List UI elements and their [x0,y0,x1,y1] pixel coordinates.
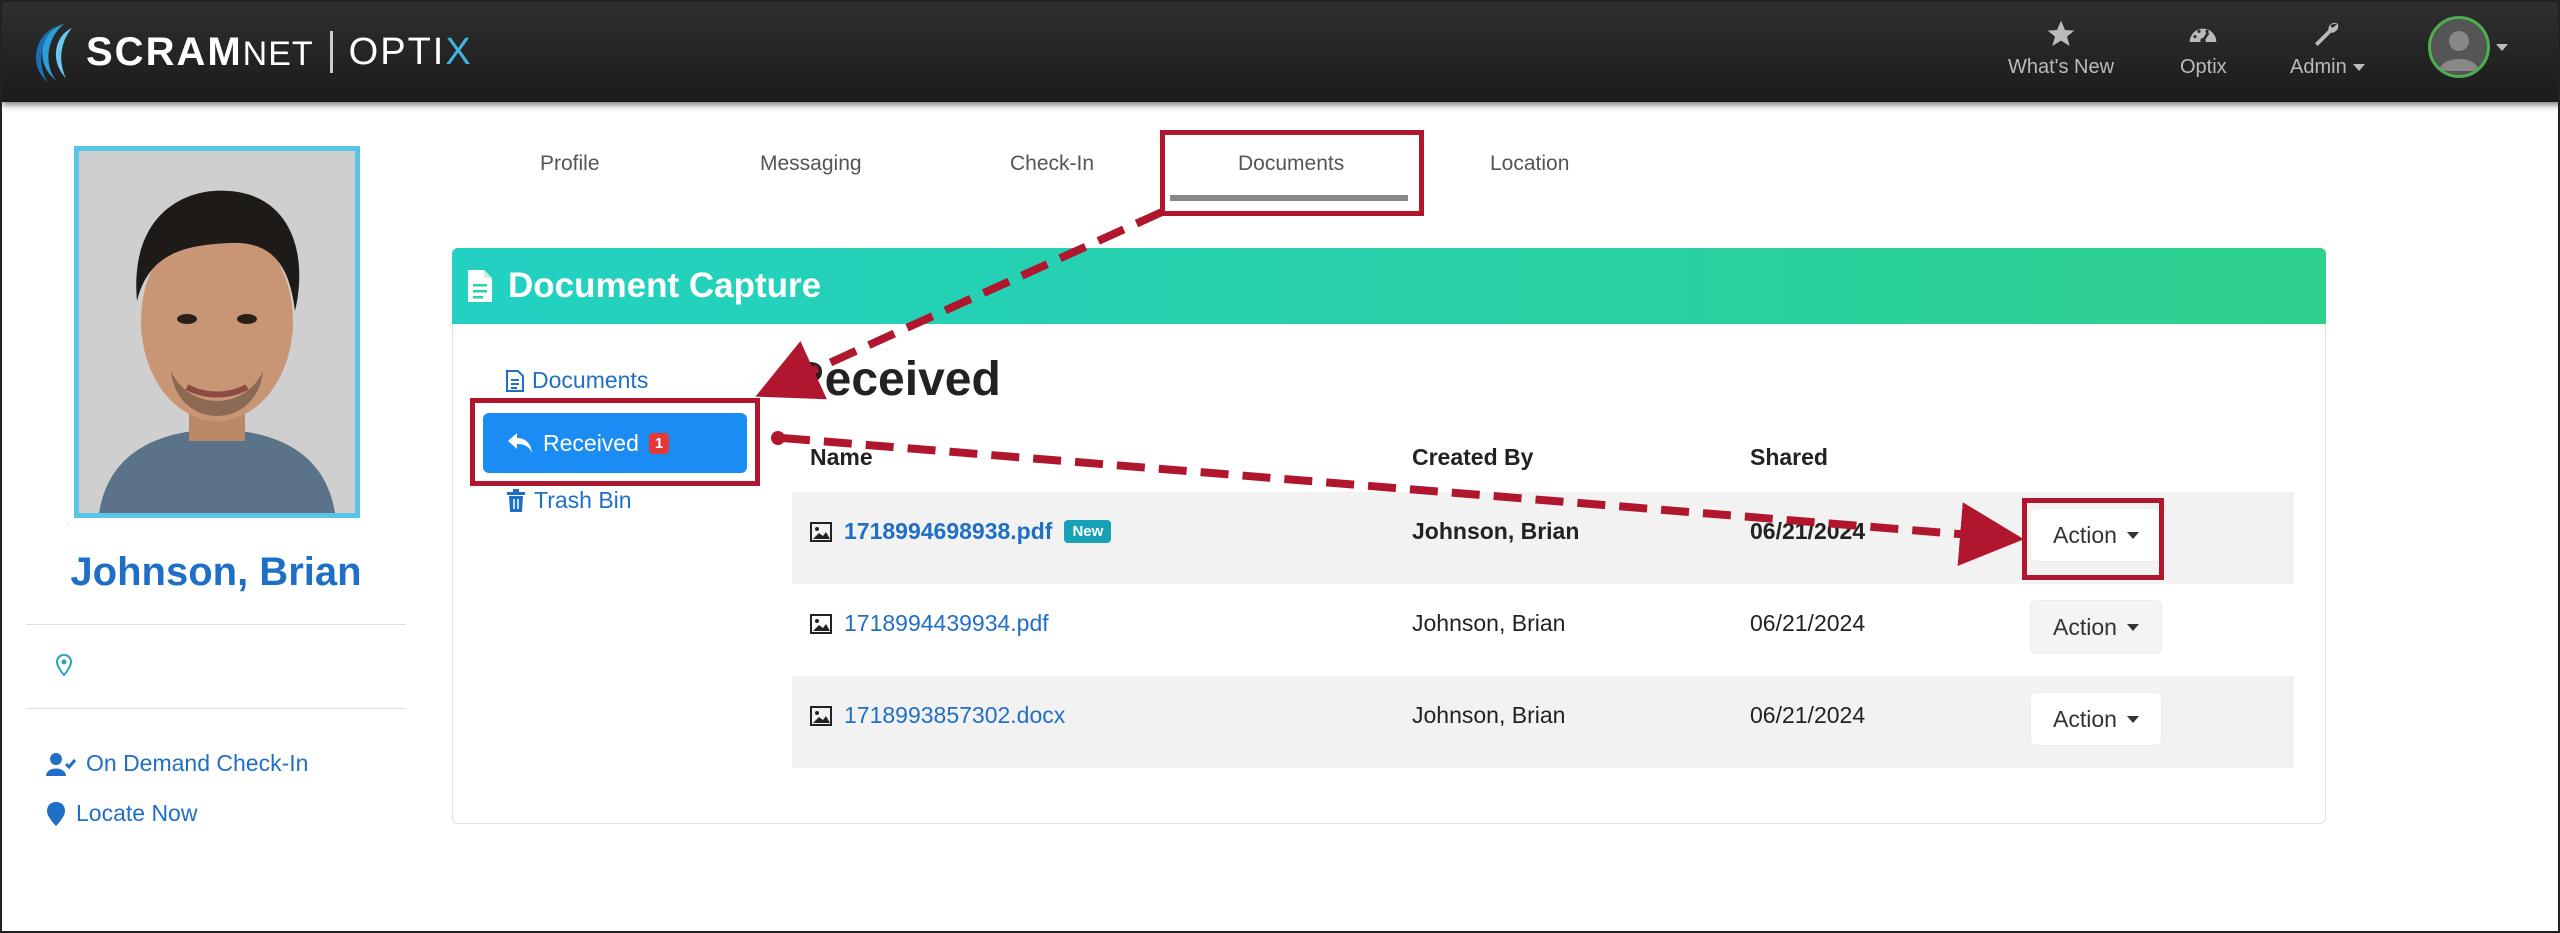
column-header-created-by[interactable]: Created By [1412,444,1533,471]
user-menu[interactable] [2428,16,2508,78]
top-navbar: SCRAMNET OPTIX What's New Optix Admin [2,2,2558,102]
file-cell: 1718994698938.pdf New [810,518,1112,545]
chevron-down-icon [2496,43,2508,51]
image-icon [810,521,832,542]
tab-profile[interactable]: Profile [540,152,600,176]
product-name: OPTIX [348,30,473,73]
brand-logo[interactable]: SCRAMNET OPTIX [26,18,473,86]
column-header-name[interactable]: Name [810,444,873,471]
chevron-down-icon [2352,64,2365,72]
table-row: 1718993857302.docx Johnson, Brian 06/21/… [792,676,2294,768]
shared-date-cell: 06/21/2024 [1750,518,1866,544]
file-link[interactable]: 1718993857302.docx [844,702,1065,729]
annotation-box-received [470,398,760,486]
product-x: X [445,30,473,73]
tab-messaging[interactable]: Messaging [760,152,862,176]
tab-check-in[interactable]: Check-In [1010,152,1094,176]
nav-admin-label: Admin [2290,56,2347,78]
tab-location[interactable]: Location [1490,152,1569,176]
locate-now-link[interactable]: Locate Now [46,800,197,827]
chevron-down-icon [2126,715,2139,723]
action-label: Action [2053,705,2117,732]
nav-admin[interactable]: Admin [2290,18,2365,79]
on-demand-checkin-label: On Demand Check-In [86,750,309,776]
user-avatar-icon [2428,16,2490,78]
divider [26,624,406,625]
file-link[interactable]: 1718994439934.pdf [844,610,1049,637]
created-by-cell: Johnson, Brian [1412,610,1566,636]
chevron-down-icon [2126,623,2139,631]
app-window: SCRAMNET OPTIX What's New Optix Admin Jo… [0,0,2560,933]
user-check-icon [46,752,76,776]
action-dropdown-button[interactable]: Action [2030,600,2162,654]
divider [26,708,406,709]
scram-swirl-icon [36,24,72,82]
person-portrait [79,151,355,513]
image-icon [810,705,832,726]
file-cell: 1718994439934.pdf [810,610,1049,637]
nav-whats-new[interactable]: What's New [2008,18,2114,79]
locate-now-label: Locate Now [76,800,198,826]
shared-date-cell: 06/21/2024 [1750,610,1866,636]
section-heading: Received [790,353,1001,406]
on-demand-checkin-link[interactable]: On Demand Check-In [46,750,308,777]
column-header-shared[interactable]: Shared [1750,444,1828,471]
documents-menu-label: Documents [532,367,649,393]
nav-optix-label: Optix [2180,56,2227,78]
file-link[interactable]: 1718994698938.pdf [844,518,1052,545]
shared-date-cell: 06/21/2024 [1750,702,1866,728]
brand-net: NET [242,34,314,73]
documents-menu-link[interactable]: Documents [506,367,648,394]
created-by-cell: Johnson, Brian [1412,518,1580,544]
nav-whats-new-label: What's New [2008,56,2115,78]
nav-optix[interactable]: Optix [2180,18,2227,79]
brand-name: SCRAMNET [86,29,314,74]
trash-icon [507,488,525,512]
map-pin-icon [47,801,65,826]
trash-bin-label: Trash Bin [534,487,632,513]
document-icon [506,369,524,392]
brand-divider [329,31,333,73]
trash-bin-link[interactable]: Trash Bin [506,487,632,514]
location-pin-icon [56,654,72,676]
annotation-box-documents-tab [1160,130,1424,216]
created-by-cell: Johnson, Brian [1412,702,1566,728]
client-name: Johnson, Brian [70,550,362,594]
image-icon [810,613,832,634]
table-row: 1718994439934.pdf Johnson, Brian 06/21/2… [792,584,2294,676]
new-badge: New [1064,520,1112,543]
star-icon [2047,20,2075,46]
profile-photo [74,146,360,518]
action-label: Action [2053,613,2117,640]
card-title: Document Capture [508,266,822,305]
annotation-box-action [2022,498,2164,580]
action-dropdown-button[interactable]: Action [2030,692,2162,746]
wrench-icon [2315,22,2339,46]
card-header: Document Capture [452,248,2326,324]
file-icon [468,270,492,302]
gauge-icon [2190,28,2217,44]
file-cell: 1718993857302.docx [810,702,1065,729]
